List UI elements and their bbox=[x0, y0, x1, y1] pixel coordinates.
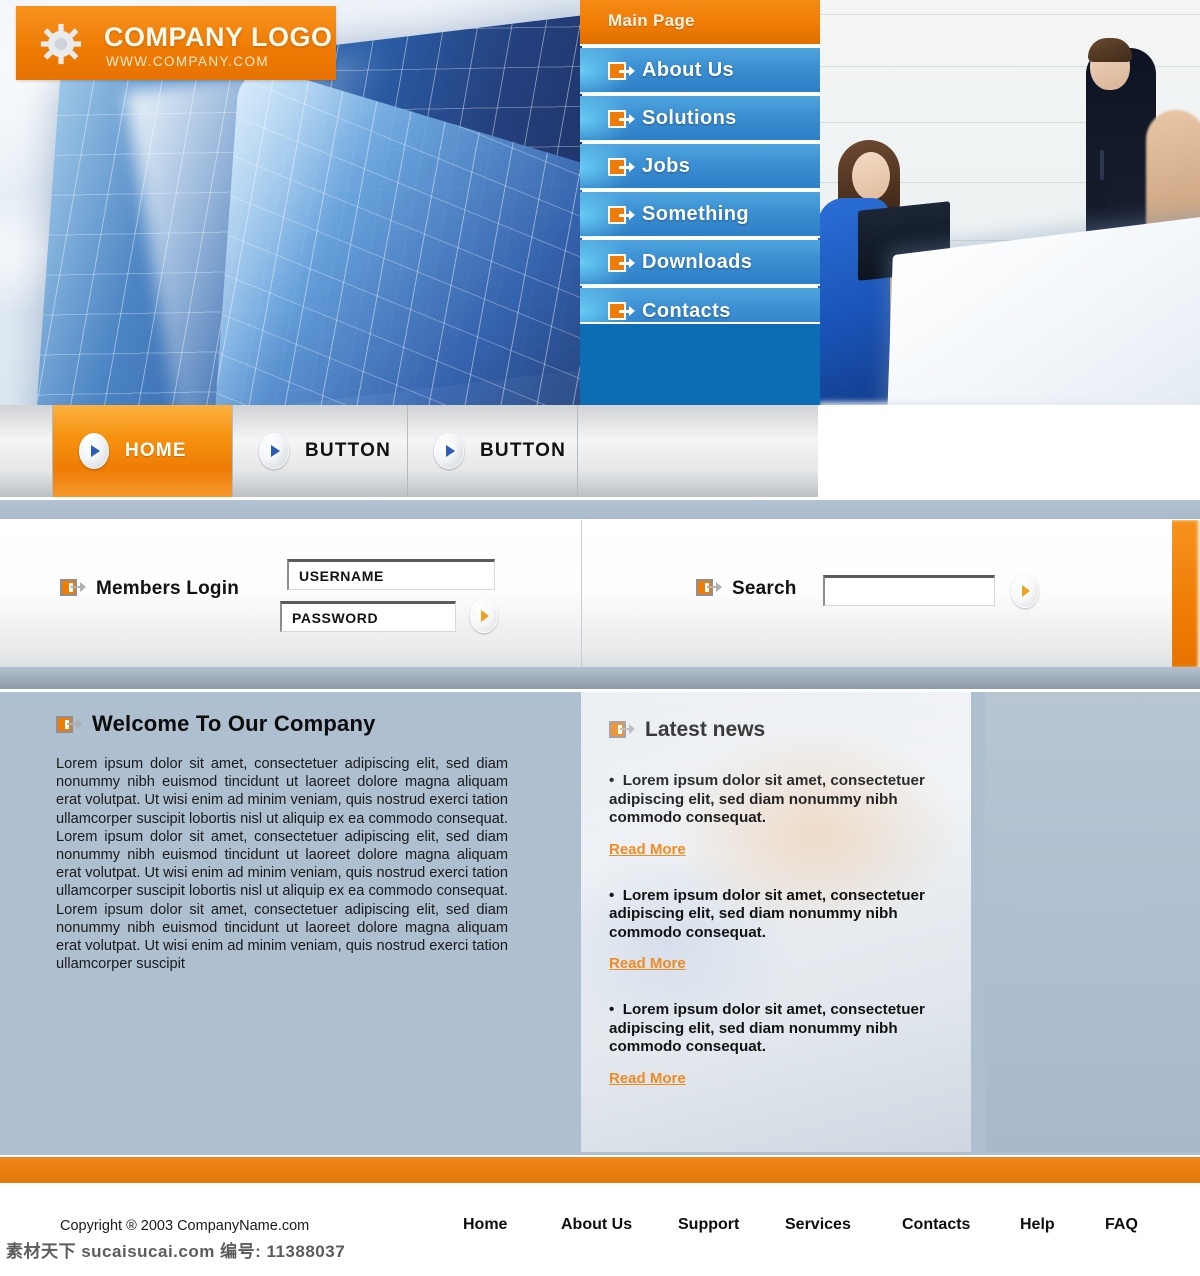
sidebar-item-label: Contacts bbox=[642, 299, 731, 322]
tab-home[interactable]: HOME bbox=[52, 405, 233, 497]
news-title: Latest news bbox=[645, 718, 766, 741]
play-triangle-icon bbox=[259, 433, 289, 469]
play-triangle-icon bbox=[79, 433, 109, 469]
primary-button-bar: HOME BUTTON BUTTON bbox=[0, 405, 818, 498]
footer-link-home[interactable]: Home bbox=[463, 1216, 507, 1234]
logo-plate[interactable]: COMPANY LOGO WWW.COMPANY.COM bbox=[16, 6, 336, 80]
person-third bbox=[1146, 110, 1200, 230]
stock-site-watermark: 素材天下 sucaisucai.com 编号: 11388037 bbox=[6, 1242, 346, 1261]
tab-label: BUTTON bbox=[305, 440, 392, 461]
news-item-text: • Lorem ipsum dolor sit amet, consectetu… bbox=[609, 1001, 949, 1057]
exit-arrow-icon bbox=[608, 62, 635, 80]
photo-blur-fade bbox=[818, 402, 1200, 405]
footer-link-help[interactable]: Help bbox=[1020, 1216, 1055, 1234]
sidebar-item-about-us[interactable]: About Us bbox=[580, 48, 820, 94]
news-item-text: • Lorem ipsum dolor sit amet, consectetu… bbox=[609, 772, 949, 828]
sidebar-item-label: About Us bbox=[642, 58, 735, 81]
footer-link-faq[interactable]: FAQ bbox=[1105, 1216, 1138, 1234]
sidebar-item-label: Jobs bbox=[642, 154, 691, 177]
footer-orange-bar bbox=[0, 1155, 1200, 1185]
nav-filler-panel bbox=[580, 322, 820, 405]
tab-label: BUTTON bbox=[480, 440, 567, 461]
news-heading: Latest news bbox=[581, 692, 971, 742]
tab-label: HOME bbox=[125, 440, 187, 461]
copyright-text: Copyright ® 2003 CompanyName.com bbox=[60, 1218, 310, 1234]
tab-button-2[interactable]: BUTTON bbox=[408, 405, 578, 497]
sidebar-item-solutions[interactable]: Solutions bbox=[580, 96, 820, 142]
exit-arrow-icon bbox=[608, 110, 635, 128]
search-input[interactable] bbox=[823, 575, 995, 606]
news-item-text: • Lorem ipsum dolor sit amet, consectetu… bbox=[609, 887, 949, 943]
login-submit-button[interactable] bbox=[470, 599, 498, 633]
exit-arrow-icon bbox=[609, 721, 635, 739]
panel-divider bbox=[581, 520, 582, 668]
news-item-body: Lorem ipsum dolor sit amet, consectetuer… bbox=[609, 886, 925, 941]
search-text: Search bbox=[732, 578, 797, 599]
username-input[interactable] bbox=[287, 559, 495, 590]
separator-band-1 bbox=[0, 497, 1200, 519]
exit-arrow-icon bbox=[696, 579, 722, 597]
password-input[interactable] bbox=[280, 601, 456, 632]
tab-button-1[interactable]: BUTTON bbox=[233, 405, 408, 497]
sidebar-item-label: Solutions bbox=[642, 106, 737, 129]
pen bbox=[1100, 150, 1104, 180]
news-item: • Lorem ipsum dolor sit amet, consectetu… bbox=[581, 1001, 971, 1088]
footer-link-contacts[interactable]: Contacts bbox=[902, 1216, 970, 1234]
main-vertical-nav: Main Page About Us Solutions Jobs Someth… bbox=[580, 0, 820, 405]
news-gap-filler bbox=[971, 692, 985, 1152]
read-more-link[interactable]: Read More bbox=[609, 841, 686, 858]
news-item-body: Lorem ipsum dolor sit amet, consectetuer… bbox=[609, 1001, 925, 1055]
search-submit-button[interactable] bbox=[1011, 574, 1039, 608]
separator-highlight-1 bbox=[0, 497, 1200, 500]
header-office-photo bbox=[818, 0, 1200, 405]
exit-arrow-icon bbox=[60, 579, 86, 597]
members-login-label: Members Login bbox=[60, 578, 239, 600]
person-woman-face bbox=[852, 152, 890, 200]
wall-line bbox=[818, 14, 1200, 15]
exit-arrow-icon bbox=[608, 206, 635, 224]
search-label: Search bbox=[696, 578, 797, 600]
logo-title: COMPANY LOGO bbox=[104, 22, 333, 52]
footer-link-support[interactable]: Support bbox=[678, 1216, 739, 1234]
panel-orange-accent bbox=[1172, 520, 1200, 668]
news-item: • Lorem ipsum dolor sit amet, consectetu… bbox=[581, 772, 971, 859]
read-more-link[interactable]: Read More bbox=[609, 955, 686, 972]
bullet-icon: • bbox=[609, 1001, 615, 1018]
news-item-body: Lorem ipsum dolor sit amet, consectetuer… bbox=[609, 772, 925, 826]
exit-arrow-icon bbox=[608, 254, 635, 272]
exit-arrow-icon bbox=[608, 158, 635, 176]
read-more-link[interactable]: Read More bbox=[609, 1070, 686, 1087]
gear-icon bbox=[40, 23, 82, 65]
welcome-heading: Welcome To Our Company bbox=[56, 711, 508, 737]
footer-link-services[interactable]: Services bbox=[785, 1216, 851, 1234]
person-man-hair bbox=[1088, 38, 1132, 62]
page-root: COMPANY LOGO WWW.COMPANY.COM Main Page A… bbox=[0, 0, 1200, 1276]
play-triangle-icon bbox=[434, 433, 464, 469]
glass-glare bbox=[125, 51, 435, 405]
site-header: COMPANY LOGO WWW.COMPANY.COM Main Page A… bbox=[0, 0, 1200, 405]
exit-arrow-icon bbox=[608, 302, 635, 320]
footer-link-about-us[interactable]: About Us bbox=[561, 1216, 632, 1234]
page-title: Welcome To Our Company bbox=[92, 711, 376, 736]
welcome-body: Lorem ipsum dolor sit amet, consectetuer… bbox=[56, 756, 508, 973]
news-item: • Lorem ipsum dolor sit amet, consectetu… bbox=[581, 887, 971, 974]
latest-news-panel: Latest news • Lorem ipsum dolor sit amet… bbox=[581, 692, 971, 1152]
logo-url: WWW.COMPANY.COM bbox=[106, 54, 269, 69]
sidebar-item-jobs[interactable]: Jobs bbox=[580, 144, 820, 190]
separator-band-2 bbox=[0, 667, 1200, 689]
news-right-filler bbox=[985, 692, 1200, 1152]
sidebar-item-label: Something bbox=[642, 202, 749, 225]
sidebar-item-downloads[interactable]: Downloads bbox=[580, 240, 820, 286]
bullet-icon: • bbox=[609, 772, 615, 789]
sidebar-item-something[interactable]: Something bbox=[580, 192, 820, 238]
sidebar-item-label: Downloads bbox=[642, 250, 753, 273]
exit-arrow-icon bbox=[56, 716, 82, 734]
members-login-text: Members Login bbox=[96, 578, 240, 599]
bullet-icon: • bbox=[609, 886, 615, 904]
welcome-section: Welcome To Our Company Lorem ipsum dolor… bbox=[56, 711, 508, 973]
nav-header-main-page[interactable]: Main Page bbox=[580, 0, 820, 46]
nav-header-label: Main Page bbox=[608, 11, 695, 30]
